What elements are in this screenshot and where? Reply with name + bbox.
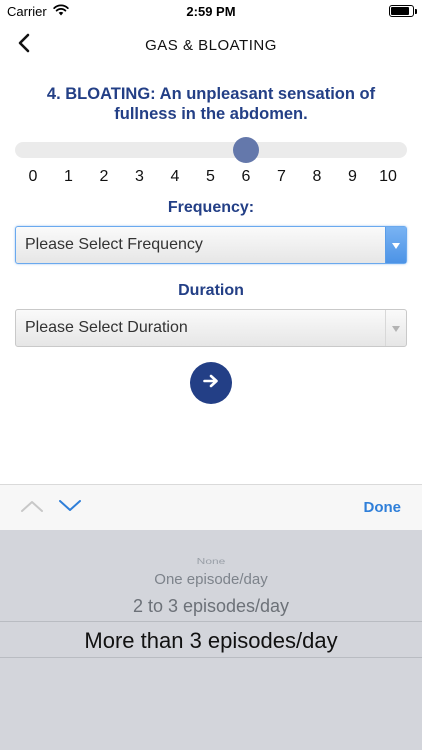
duration-select-value: Please Select Duration <box>25 319 188 336</box>
carrier-label: Carrier <box>7 3 47 19</box>
battery-fill <box>391 7 409 15</box>
picker-toolbar: Done <box>0 484 422 530</box>
duration-dropdown-arrow[interactable] <box>385 310 406 346</box>
severity-slider-thumb[interactable] <box>233 137 259 163</box>
scale-tick-label: 2 <box>99 168 109 185</box>
frequency-label: Frequency: <box>167 199 255 216</box>
scale-tick-label: 4 <box>170 168 180 185</box>
chevron-down-icon <box>59 499 81 517</box>
severity-slider-track[interactable] <box>15 142 407 158</box>
scale-tick-label: 0 <box>28 168 38 185</box>
done-button[interactable]: Done <box>364 499 402 516</box>
triangle-down-icon <box>392 319 400 337</box>
duration-select[interactable]: Please Select Duration <box>15 309 407 347</box>
back-button[interactable] <box>6 26 42 64</box>
question-text: 4. BLOATING: An unpleasant sensation of … <box>46 85 376 123</box>
scale-tick-label: 6 <box>241 168 251 185</box>
wifi-icon <box>53 3 69 19</box>
status-bar: Carrier 2:59 PM <box>0 0 422 22</box>
picker-option-selected[interactable]: More than 3 episodes/day <box>0 628 422 654</box>
chevron-up-icon <box>21 499 43 517</box>
scale-tick-label: 5 <box>206 168 215 185</box>
duration-label: Duration <box>178 282 244 299</box>
picker-option[interactable]: One episode/day <box>0 571 422 588</box>
next-field-button[interactable] <box>56 494 84 522</box>
frequency-select-value: Please Select Frequency <box>25 236 203 253</box>
next-button[interactable] <box>190 362 232 404</box>
scale-tick-label: 8 <box>312 168 322 185</box>
battery-icon <box>389 5 417 17</box>
status-left: Carrier <box>7 4 69 19</box>
scale-tick-label: 7 <box>277 168 286 185</box>
arrow-right-icon <box>203 374 219 393</box>
picker-selection-bottom-line <box>0 657 422 658</box>
scale-tick-label: 10 <box>379 168 397 185</box>
severity-scale: 0 1 2 3 4 5 6 7 8 9 10 <box>0 168 422 188</box>
picker-selection-top-line <box>0 621 422 622</box>
frequency-dropdown-arrow[interactable] <box>385 227 406 263</box>
page-title: GAS & BLOATING <box>145 36 277 54</box>
frequency-select[interactable]: Please Select Frequency <box>15 226 407 264</box>
triangle-down-icon <box>392 236 400 254</box>
picker-option[interactable]: 2 to 3 episodes/day <box>0 596 422 617</box>
scale-tick-label: 9 <box>348 168 357 185</box>
frequency-picker[interactable]: None One episode/day 2 to 3 episodes/day… <box>0 530 422 750</box>
nav-bar: GAS & BLOATING <box>0 22 422 68</box>
previous-field-button[interactable] <box>18 494 46 522</box>
scale-tick-label: 1 <box>64 168 73 185</box>
scale-tick-label: 3 <box>135 168 144 185</box>
chevron-left-icon <box>17 33 31 58</box>
picker-option[interactable]: None <box>0 556 422 566</box>
